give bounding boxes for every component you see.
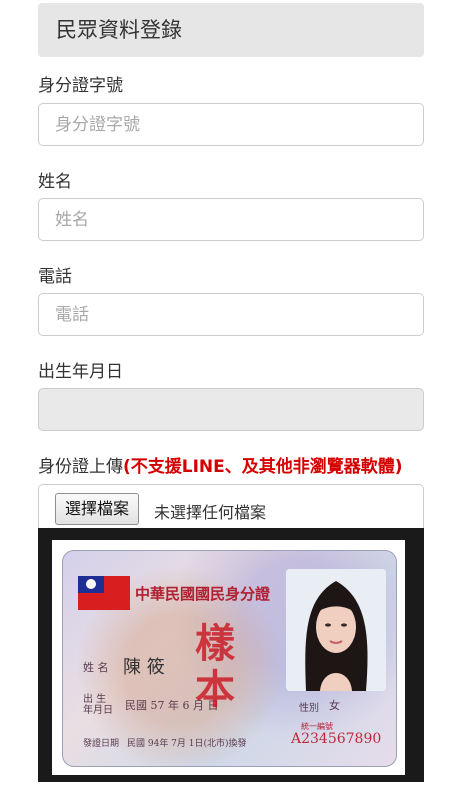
birthdate-label: 出生年月日 — [38, 362, 123, 382]
file-status: 未選擇任何檔案 — [154, 503, 267, 522]
id-card-issue-value: 民國 94年 7月 1日(北市)換發 — [127, 739, 247, 749]
id-card-image: 中華民國國民身分證 姓 名 陳 筱 出 生 年月日 民國 57 年 6 月 日 … — [62, 550, 397, 767]
birthdate-input[interactable] — [38, 388, 424, 431]
id-photo — [286, 569, 386, 691]
taiwan-flag-icon — [78, 576, 130, 610]
choose-file-button[interactable]: 選擇檔案 — [55, 493, 140, 525]
sample-stamp: 樣本 — [195, 620, 235, 713]
phone-label: 電話 — [38, 267, 72, 287]
id-card-sex-value: 女 — [329, 699, 340, 712]
id-number-label: 身分證字號 — [38, 76, 123, 96]
id-card-sex-label: 性別 — [299, 703, 319, 714]
id-card-preview: 中華民國國民身分證 姓 名 陳 筱 出 生 年月日 民國 57 年 6 月 日 … — [38, 528, 424, 782]
form-title: 民眾資料登錄 — [38, 3, 424, 57]
upload-warning: (不支援LINE、及其他非瀏覽器軟體) — [123, 457, 403, 477]
id-card-name-label: 姓 名 — [83, 661, 109, 674]
id-card-birth-label: 出 生 年月日 — [83, 694, 113, 716]
id-card-number: A234567890 — [291, 731, 382, 747]
name-input[interactable] — [38, 198, 424, 241]
name-label: 姓名 — [38, 172, 72, 192]
id-card-issue-label: 發證日期 — [83, 739, 120, 749]
phone-input[interactable] — [38, 293, 424, 336]
file-upload-field[interactable]: 選擇檔案 未選擇任何檔案 — [38, 484, 424, 530]
id-card-title: 中華民國國民身分證 — [135, 585, 271, 603]
id-number-input[interactable] — [38, 103, 424, 146]
id-card-name-value: 陳 筱 — [123, 657, 165, 678]
id-card-frame: 中華民國國民身分證 姓 名 陳 筱 出 生 年月日 民國 57 年 6 月 日 … — [52, 540, 405, 775]
id-upload-label-text: 身份證上傳 — [38, 457, 123, 477]
id-upload-label: 身份證上傳(不支援LINE、及其他非瀏覽器軟體) — [38, 452, 403, 477]
